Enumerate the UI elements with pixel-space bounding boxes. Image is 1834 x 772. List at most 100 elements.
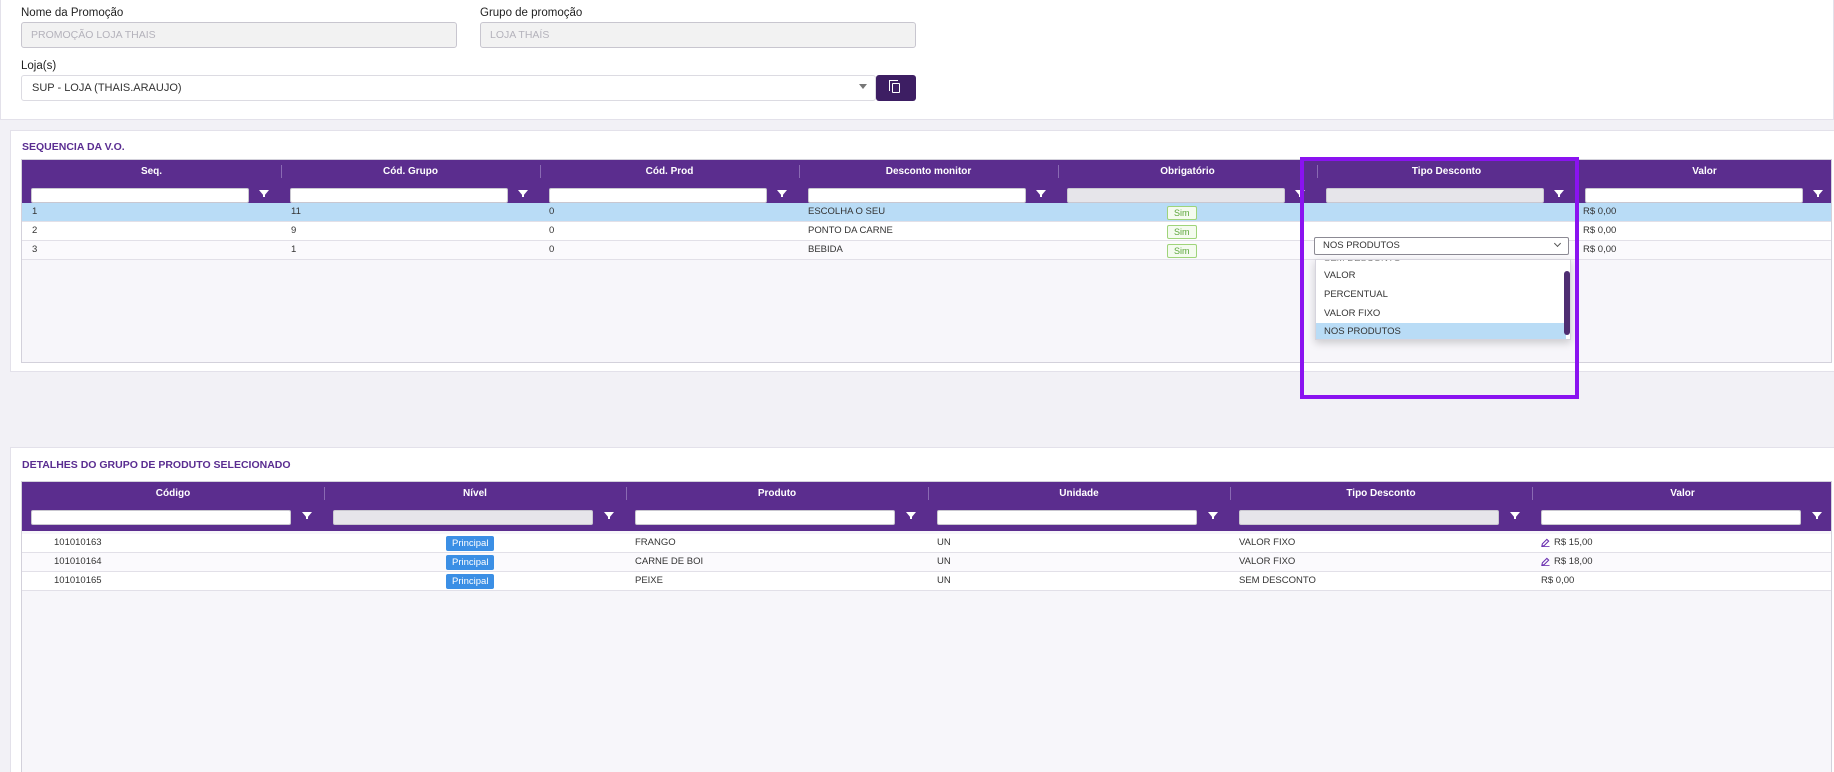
cell-cod-grupo: 9 bbox=[291, 225, 297, 236]
filter-input-produto[interactable] bbox=[635, 510, 895, 525]
table-row[interactable]: 101010164 Principal CARNE DE BOI UN VALO… bbox=[22, 553, 1831, 572]
cell-valor: R$ 0,00 bbox=[1583, 244, 1617, 255]
filter-input-seq[interactable] bbox=[31, 188, 249, 203]
detalhes-grid: Código Nível Produto Unidade Tipo Descon… bbox=[21, 481, 1832, 772]
col-produto[interactable]: Produto bbox=[626, 482, 928, 505]
lojas-label: Loja(s) bbox=[21, 60, 57, 72]
col-divider bbox=[540, 165, 541, 178]
cell-seq: 3 bbox=[32, 244, 38, 255]
filter-input-valor[interactable] bbox=[1585, 188, 1803, 203]
copy-icon bbox=[889, 80, 900, 93]
cell-valor: R$ 0,00 bbox=[1583, 225, 1617, 236]
col-divider bbox=[1532, 487, 1533, 500]
cell-valor: R$ 0,00 bbox=[1583, 206, 1617, 217]
obrigatorio-badge: Sim bbox=[1167, 206, 1197, 220]
cell-cod-grupo: 11 bbox=[291, 206, 301, 217]
filter-icon[interactable] bbox=[1208, 512, 1218, 519]
obrigatorio-badge: Sim bbox=[1167, 225, 1197, 239]
cell-unidade: UN bbox=[937, 556, 951, 567]
filter-input-cod-prod[interactable] bbox=[549, 188, 767, 203]
cell-unidade: UN bbox=[937, 537, 951, 548]
filter-icon[interactable] bbox=[604, 512, 614, 519]
col-desconto-monitor[interactable]: Desconto monitor bbox=[799, 160, 1058, 183]
cell-codigo: 101010163 bbox=[54, 537, 102, 548]
col-divider bbox=[1058, 165, 1059, 178]
filter-icon[interactable] bbox=[777, 190, 787, 197]
cell-tipo-desconto: VALOR FIXO bbox=[1239, 556, 1296, 567]
filter-input-codigo[interactable] bbox=[31, 510, 291, 525]
cell-valor: R$ 15,00 bbox=[1554, 537, 1593, 548]
col-codigo[interactable]: Código bbox=[22, 482, 324, 505]
nivel-badge: Principal bbox=[446, 536, 495, 551]
sequencia-title: SEQUENCIA DA V.O. bbox=[22, 141, 125, 153]
grupo-promocao-input: LOJA THAÍS bbox=[480, 22, 916, 48]
filter-icon[interactable] bbox=[1510, 512, 1520, 519]
col-valor[interactable]: Valor bbox=[1576, 160, 1831, 183]
col-divider bbox=[324, 487, 325, 500]
cell-cod-grupo: 1 bbox=[291, 244, 297, 255]
filter-input-desconto-monitor[interactable] bbox=[808, 188, 1026, 203]
filter-icon[interactable] bbox=[1036, 190, 1046, 197]
chevron-down-icon[interactable] bbox=[859, 84, 867, 89]
copy-button[interactable] bbox=[876, 75, 916, 101]
cell-valor: R$ 0,00 bbox=[1541, 575, 1575, 586]
col-divider bbox=[1230, 487, 1231, 500]
cell-codigo: 101010164 bbox=[54, 556, 102, 567]
table-row[interactable]: 101010165 Principal PEIXE UN SEM DESCONT… bbox=[22, 572, 1831, 591]
cell-produto: PEIXE bbox=[635, 575, 663, 586]
cell-valor: R$ 18,00 bbox=[1554, 556, 1593, 567]
grupo-promocao-label: Grupo de promoção bbox=[480, 7, 583, 19]
col-obrigatorio[interactable]: Obrigatório bbox=[1058, 160, 1317, 183]
cell-produto: CARNE DE BOI bbox=[635, 556, 704, 567]
filter-input-tipo-desconto[interactable] bbox=[1239, 510, 1499, 525]
filter-icon[interactable] bbox=[259, 190, 269, 197]
pencil-icon[interactable] bbox=[1541, 557, 1550, 566]
col-divider bbox=[799, 165, 800, 178]
pencil-icon[interactable] bbox=[1541, 538, 1550, 547]
filter-input-obrigatorio[interactable] bbox=[1067, 188, 1285, 203]
detalhes-title: DETALHES DO GRUPO DE PRODUTO SELECIONADO bbox=[22, 459, 291, 471]
cell-desconto-monitor: BEBIDA bbox=[808, 244, 843, 255]
table-row[interactable]: 101010163 Principal FRANGO UN VALOR FIXO… bbox=[22, 534, 1831, 553]
nivel-badge: Principal bbox=[446, 555, 495, 570]
filter-input-unidade[interactable] bbox=[937, 510, 1197, 525]
cell-desconto-monitor: PONTO DA CARNE bbox=[808, 225, 893, 236]
filter-row bbox=[22, 505, 1831, 531]
grid-header: Código Nível Produto Unidade Tipo Descon… bbox=[22, 482, 1831, 505]
lojas-select[interactable]: SUP - LOJA (THAIS.ARAUJO) bbox=[21, 75, 876, 101]
cell-tipo-desconto: VALOR FIXO bbox=[1239, 537, 1296, 548]
filter-input-nivel[interactable] bbox=[333, 510, 593, 525]
highlight-box bbox=[1300, 157, 1579, 399]
nome-promocao-input: PROMOÇÃO LOJA THAIS bbox=[21, 22, 457, 48]
cell-cod-prod: 0 bbox=[549, 244, 555, 255]
col-tipo-desconto[interactable]: Tipo Desconto bbox=[1230, 482, 1532, 505]
cell-seq: 1 bbox=[32, 206, 38, 217]
col-divider bbox=[626, 487, 627, 500]
col-unidade[interactable]: Unidade bbox=[928, 482, 1230, 505]
col-nivel[interactable]: Nível bbox=[324, 482, 626, 505]
filter-icon[interactable] bbox=[302, 512, 312, 519]
cell-unidade: UN bbox=[937, 575, 951, 586]
cell-produto: FRANGO bbox=[635, 537, 676, 548]
promotion-form-panel: Nome da Promoção PROMOÇÃO LOJA THAIS Gru… bbox=[0, 0, 1834, 120]
col-divider bbox=[281, 165, 282, 178]
cell-tipo-desconto: SEM DESCONTO bbox=[1239, 575, 1316, 586]
cell-codigo: 101010165 bbox=[54, 575, 102, 586]
nivel-badge: Principal bbox=[446, 574, 495, 589]
col-cod-prod[interactable]: Cód. Prod bbox=[540, 160, 799, 183]
col-divider bbox=[928, 487, 929, 500]
col-cod-grupo[interactable]: Cód. Grupo bbox=[281, 160, 540, 183]
cell-cod-prod: 0 bbox=[549, 206, 555, 217]
filter-icon[interactable] bbox=[518, 190, 528, 197]
nome-promocao-label: Nome da Promoção bbox=[21, 7, 124, 19]
cell-desconto-monitor: ESCOLHA O SEU bbox=[808, 206, 886, 217]
filter-icon[interactable] bbox=[1812, 512, 1822, 519]
cell-cod-prod: 0 bbox=[549, 225, 555, 236]
col-valor[interactable]: Valor bbox=[1532, 482, 1831, 505]
filter-icon[interactable] bbox=[1813, 190, 1823, 197]
filter-icon[interactable] bbox=[906, 512, 916, 519]
col-seq[interactable]: Seq. bbox=[22, 160, 281, 183]
filter-input-cod-grupo[interactable] bbox=[290, 188, 508, 203]
cell-seq: 2 bbox=[32, 225, 38, 236]
filter-input-valor[interactable] bbox=[1541, 510, 1801, 525]
